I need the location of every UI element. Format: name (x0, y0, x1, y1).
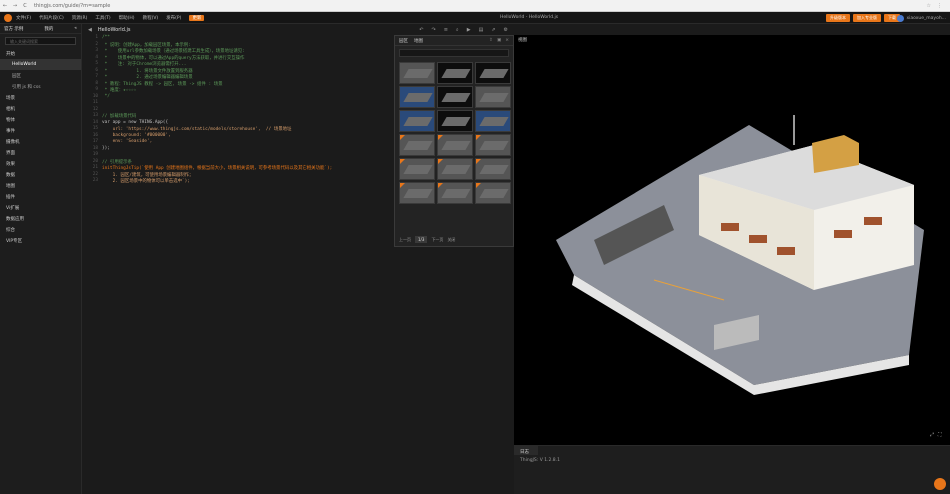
console-panel: 日志 ThingJS: V 1.2.8.1 (514, 445, 950, 494)
tab-official[interactable]: 官方 示例 (4, 26, 23, 32)
forward-button[interactable]: → (10, 3, 20, 9)
sidebar-item[interactable]: 数据应用 (0, 213, 81, 224)
help-fab[interactable] (934, 478, 946, 490)
scene-thumbnail[interactable] (437, 62, 473, 84)
sidebar-item[interactable]: 数据 (0, 169, 81, 180)
menu-item-5[interactable]: 教程(V) (143, 15, 159, 21)
scene-thumbnail[interactable] (437, 86, 473, 108)
save-icon[interactable]: ▤ (479, 27, 484, 33)
resource-tab-park[interactable]: 园区 (399, 38, 408, 44)
scene-thumbnail[interactable] (475, 110, 511, 132)
collapse-left-icon[interactable]: ◀ (88, 27, 92, 33)
format-icon[interactable]: ≡ (444, 27, 448, 33)
sidebar-item[interactable]: 地图 (0, 180, 81, 191)
code-text: */ (102, 93, 110, 99)
collapse-icon[interactable]: « (74, 26, 77, 31)
share-icon[interactable]: ⇗ (491, 27, 495, 33)
scene-thumbnail[interactable] (437, 110, 473, 132)
resource-panel: 园区 地图 ⇪ ▣ × 上一页 1/3 下一页 关闭 (394, 35, 514, 247)
thingjs-logo (4, 13, 12, 22)
sidebar-item[interactable]: 场景 (0, 92, 81, 103)
scene-thumbnail[interactable] (475, 86, 511, 108)
window-title: HelloWorld - HelloWorld.js (500, 15, 559, 20)
menu-item-2[interactable]: 资源(R) (72, 15, 88, 21)
scene-thumbnail[interactable] (437, 158, 473, 180)
line-number: 23 (92, 178, 98, 183)
sidebar-item[interactable]: 物体 (0, 114, 81, 125)
sidebar-item[interactable]: 引用 js 和 css (0, 81, 81, 92)
folder-icon[interactable]: ▣ (497, 38, 501, 43)
warehouse-scene (556, 115, 924, 395)
menu-item-6[interactable]: 发布(P) (166, 15, 181, 21)
sidebar-item[interactable]: 摄像机 (0, 136, 81, 147)
code-text: 2. 园区场景中的物体可以单击选中`); (102, 179, 190, 184)
resource-tab-map[interactable]: 地图 (414, 38, 423, 44)
sidebar-search-input[interactable]: 输入关键词搜索 (5, 37, 76, 45)
screenshot-icon[interactable]: ⤢ (930, 432, 934, 438)
sidebar-item[interactable]: Vi扩展 (0, 202, 81, 213)
star-icon[interactable]: ☆ (927, 3, 931, 9)
fullscreen-icon[interactable]: ⛶ (938, 432, 942, 438)
resource-search-input[interactable] (399, 49, 509, 57)
sample-sidebar: 官方 示例 我的 « 输入关键词搜索 开始 HelloWorld 园区 引用 js 和 c… (0, 24, 82, 494)
menu-item-3[interactable]: 工具(T) (95, 15, 110, 21)
menu-item-7[interactable]: 更新 (189, 14, 205, 21)
menu-icon[interactable]: ⋮ (937, 3, 942, 9)
menu-item-1[interactable]: 代码片段(C) (39, 15, 64, 21)
scene-thumbnail[interactable] (399, 62, 435, 84)
sidebar-item[interactable]: 插件 (0, 191, 81, 202)
reload-button[interactable]: C (20, 3, 30, 9)
console-output: ThingJS: V 1.2.8.1 (520, 458, 560, 463)
sidebar-item[interactable]: 事件 (0, 125, 81, 136)
address-bar[interactable]: thingjs.com/guide/?m=sample (34, 3, 110, 9)
scene-thumbnail[interactable] (437, 134, 473, 156)
menu-item-4[interactable]: 帮助(H) (119, 15, 135, 21)
sidebar-item[interactable]: HelloWorld (0, 59, 81, 70)
avatar[interactable] (897, 15, 905, 22)
sidebar-item[interactable]: 开始 (0, 48, 81, 59)
scene-thumbnail[interactable] (399, 134, 435, 156)
upload-icon[interactable]: ⇪ (489, 38, 493, 43)
scene-thumbnail[interactable] (399, 110, 435, 132)
tab-mine[interactable]: 我的 (44, 26, 53, 32)
username[interactable]: xiaoxue_mayoh... (906, 16, 946, 21)
console-tab[interactable]: 日志 (514, 446, 538, 455)
undo-icon[interactable]: ↶ (419, 27, 423, 33)
search-icon[interactable]: ⌕ (456, 27, 459, 33)
next-page-button[interactable]: 下一页 (431, 237, 443, 243)
close-icon[interactable]: × (505, 38, 509, 43)
run-icon[interactable]: ▶ (467, 27, 471, 33)
page-indicator: 1/3 (415, 236, 428, 243)
scene-thumbnail[interactable] (399, 182, 435, 204)
sidebar-item[interactable]: 相机 (0, 103, 81, 114)
sidebar-item[interactable]: 综合 (0, 224, 81, 235)
redo-icon[interactable]: ↷ (432, 27, 436, 33)
scene-thumbnail[interactable] (475, 158, 511, 180)
editor-toolbar: ◀ HelloWorld.js ↶ ↷ ≡ ⌕ ▶ ▤ ⇗ ⚙ (82, 24, 514, 35)
scene-thumbnail[interactable] (437, 182, 473, 204)
settings-icon[interactable]: ⚙ (504, 27, 508, 33)
view-tab[interactable]: 视图 (514, 35, 531, 44)
prev-page-button[interactable]: 上一页 (399, 237, 411, 243)
scene-thumbnail[interactable] (399, 86, 435, 108)
back-button[interactable]: ← (0, 3, 10, 9)
3d-viewport[interactable] (514, 35, 950, 445)
sidebar-item[interactable]: 园区 (0, 70, 81, 81)
scene-thumbnail[interactable] (475, 134, 511, 156)
sidebar-item[interactable]: 效果 (0, 158, 81, 169)
scene-thumbnail[interactable] (475, 62, 511, 84)
action-button-0[interactable]: 升级版本 (826, 14, 850, 22)
scene-thumbnail[interactable] (475, 182, 511, 204)
app-menubar: 文件(F) 代码片段(C) 资源(R) 工具(T) 帮助(H) 教程(V) 发布(P) 更新 … (0, 12, 950, 24)
browser-toolbar: ← → C thingjs.com/guide/?m=sample ☆ ⋮ (0, 0, 950, 12)
sidebar-item[interactable]: 界面 (0, 147, 81, 158)
scene-thumbnail[interactable] (399, 158, 435, 180)
code-text: }); (102, 145, 110, 151)
editor-tab[interactable]: HelloWorld.js (98, 27, 131, 33)
menu-item-0[interactable]: 文件(F) (16, 15, 31, 21)
sidebar-item[interactable]: VIP专区 (0, 235, 81, 246)
close-panel-button[interactable]: 关闭 (447, 237, 455, 243)
action-button-1[interactable]: 加入专业版 (853, 14, 881, 22)
